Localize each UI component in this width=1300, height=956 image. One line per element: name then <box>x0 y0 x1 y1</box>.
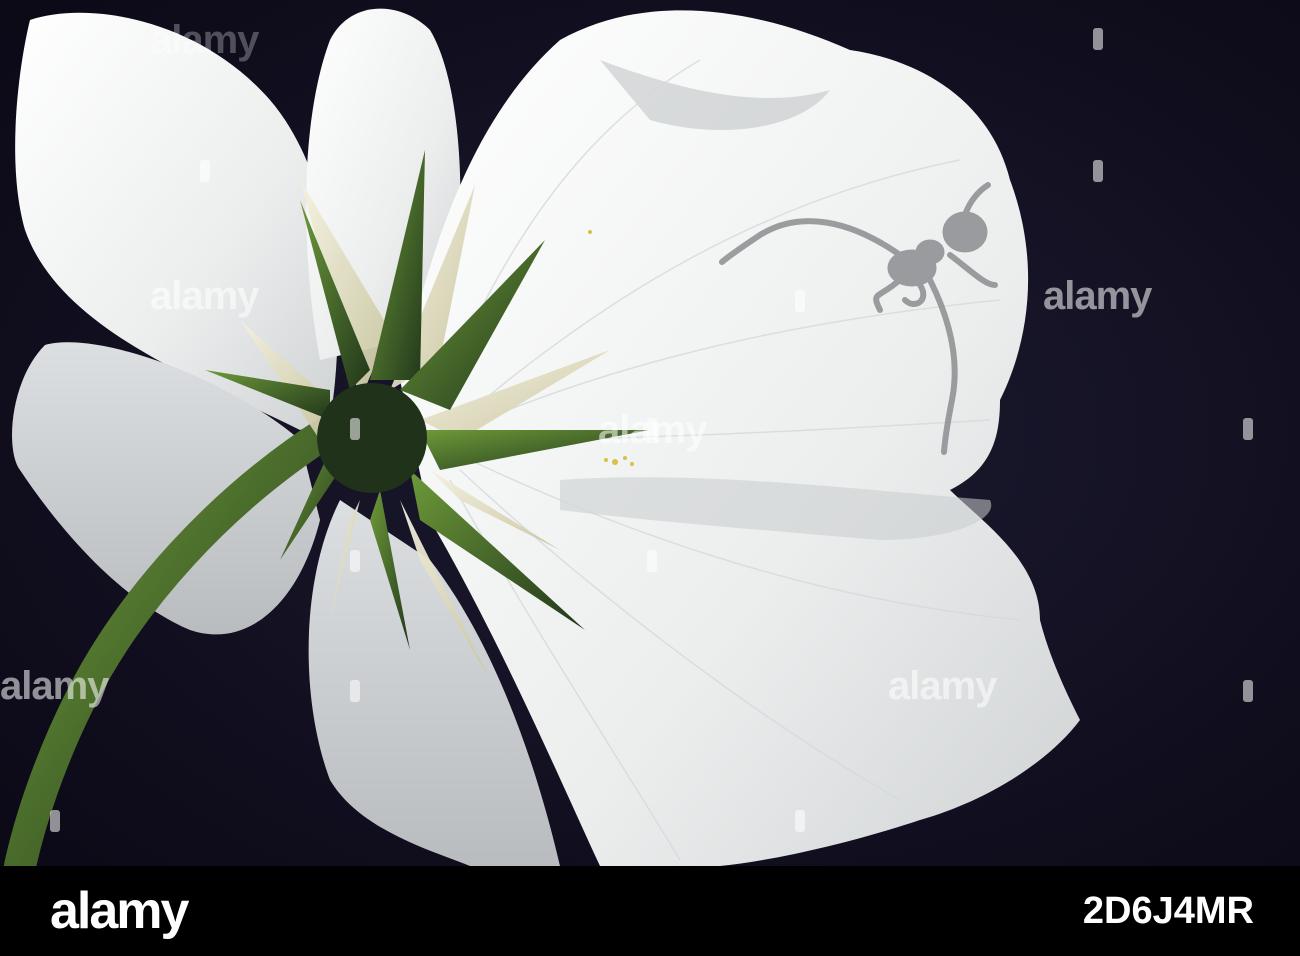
flower-photo: alamy alamy alamy alamy alamy alamy <box>0 0 1300 866</box>
watermark-mark <box>795 290 805 312</box>
watermark-mark <box>200 160 210 182</box>
watermark-text: alamy <box>0 664 109 708</box>
watermark-text: alamy <box>150 274 259 318</box>
watermark-mark <box>1093 160 1103 182</box>
flower-receptacle <box>317 383 427 493</box>
watermark-text: alamy <box>888 664 997 708</box>
stock-footer-bar: alamy 2D6J4MR <box>0 866 1300 956</box>
watermark-mark <box>1243 418 1253 440</box>
watermark-mark <box>350 418 360 440</box>
stock-photo-page: alamy alamy alamy alamy alamy alamy alam… <box>0 0 1300 956</box>
watermark-text: alamy <box>150 18 259 62</box>
watermark-mark <box>50 810 60 832</box>
watermark-mark <box>350 680 360 702</box>
watermark-mark <box>350 550 360 572</box>
alamy-logo: alamy <box>50 882 189 940</box>
watermark-mark <box>795 810 805 832</box>
watermark-mark <box>647 418 657 440</box>
watermark-mark <box>1093 28 1103 50</box>
watermark-mark <box>647 550 657 572</box>
image-id: 2D6J4MR <box>1082 890 1254 932</box>
watermark-text: alamy <box>1043 274 1152 318</box>
watermark-mark <box>1243 680 1253 702</box>
